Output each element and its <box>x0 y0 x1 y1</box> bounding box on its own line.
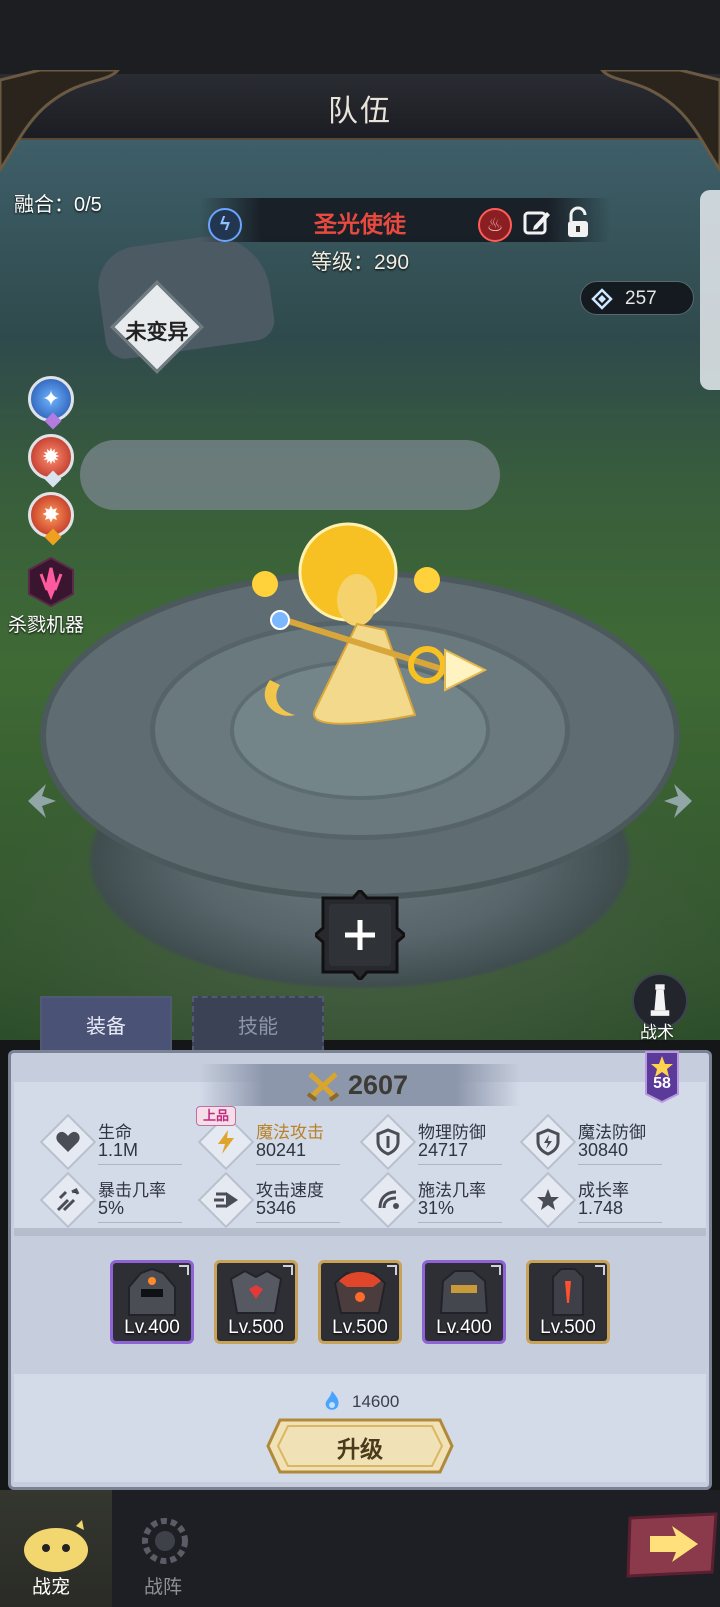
boots-icon <box>439 1270 489 1314</box>
tactics-label: 战术 <box>640 1023 674 1042</box>
skill-icon-flame[interactable]: ✹ <box>28 434 74 488</box>
quality-tag: 上品 <box>196 1106 236 1126</box>
nav-battle-pet-label: 战宠 <box>32 1577 71 1598</box>
equipment-slot-4[interactable]: Lv.400 <box>422 1260 506 1344</box>
upgrade-button-label: 升级 <box>337 1436 383 1462</box>
stat-hp: 生命 1.1M <box>39 1113 192 1171</box>
killing-machine-icon[interactable] <box>27 556 75 608</box>
stat-value: 80241 <box>256 1140 307 1160</box>
hero-character <box>252 522 488 725</box>
lightning-icon <box>218 1130 234 1154</box>
skill-icon-slash[interactable]: ✸ <box>28 492 74 546</box>
equipment-slot-3[interactable]: Lv.500 <box>318 1260 402 1344</box>
edit-icon[interactable] <box>522 208 552 238</box>
helmet-icon <box>128 1267 176 1316</box>
cast-icon <box>378 1190 399 1209</box>
tab-skills-label: 技能 <box>238 1015 278 1038</box>
tab-equipment[interactable]: 装备 <box>40 996 172 1052</box>
forward-arrow-button[interactable] <box>624 1510 720 1580</box>
rock <box>80 440 500 510</box>
hero-name: 圣光使徒 <box>314 211 406 237</box>
add-slot-button[interactable] <box>315 890 405 980</box>
equipment-slot-2[interactable]: Lv.500 <box>214 1260 298 1344</box>
stat-value: 1.1M <box>98 1140 139 1160</box>
stat-value: 1.748 <box>578 1198 624 1218</box>
tab-skills[interactable]: 技能 <box>192 996 324 1052</box>
stat-magic-defense: 魔法防御 30840 <box>519 1113 672 1171</box>
crit-icon <box>56 1187 80 1212</box>
equipment-slot-1[interactable]: Lv.400 <box>110 1260 194 1344</box>
gem-count: 257 <box>625 288 657 309</box>
lightning-icon[interactable]: ϟ <box>208 208 242 242</box>
horn-ornament-right <box>600 70 720 175</box>
upgrade-cost: 14600 <box>352 1392 400 1411</box>
nav-formation-label: 战阵 <box>144 1577 183 1598</box>
equipment-level: Lv.500 <box>540 1317 596 1338</box>
tab-equipment-label: 装备 <box>86 1015 126 1038</box>
equipment-level: Lv.500 <box>228 1317 284 1338</box>
stat-crit-rate: 暴击几率 5% <box>39 1171 192 1229</box>
armor-icon <box>229 1269 283 1314</box>
side-panel-handle[interactable] <box>700 190 720 390</box>
stat-value: 5% <box>98 1198 125 1218</box>
star-level: 58 <box>653 1075 671 1092</box>
mutation-status: 未变异 <box>125 321 189 344</box>
soul-flame-icon <box>325 1391 339 1410</box>
gem-counter: 257 <box>580 281 694 315</box>
stat-value: 30840 <box>578 1140 629 1160</box>
next-hero-arrow[interactable] <box>658 780 700 822</box>
unlock-icon[interactable] <box>563 206 593 240</box>
growth-icon <box>537 1189 559 1210</box>
formation-gear-icon[interactable] <box>138 1514 192 1568</box>
relic-icon <box>552 1268 584 1316</box>
pet-blob-icon <box>24 1520 88 1572</box>
hero-level: 等级：290 <box>310 251 410 274</box>
previous-hero-arrow[interactable] <box>20 780 62 822</box>
combat-power: 2607 <box>348 1070 409 1100</box>
crossed-swords-icon <box>306 1072 340 1102</box>
equipment-level: Lv.400 <box>124 1317 180 1338</box>
horn-ornament-left <box>0 70 120 173</box>
status-bar <box>0 0 720 74</box>
stat-cast-rate: 施法几率 31% <box>359 1171 512 1229</box>
equipment-level: Lv.400 <box>436 1317 492 1338</box>
divider <box>14 1228 706 1236</box>
equipment-slot-5[interactable]: Lv.500 <box>526 1260 610 1344</box>
stat-value: 31% <box>418 1198 455 1218</box>
stat-value: 5346 <box>256 1198 297 1218</box>
stat-attack-speed: 攻击速度 5346 <box>197 1171 350 1229</box>
stat-growth-rate: 成长率 1.748 <box>519 1171 672 1229</box>
gauntlet-icon <box>333 1271 387 1314</box>
magic-shield-icon <box>536 1128 560 1156</box>
killing-machine-label: 杀戮机器 <box>8 615 85 636</box>
speed-icon <box>214 1192 238 1208</box>
fire-element-icon[interactable]: ♨ <box>478 208 512 242</box>
stat-physical-defense: 物理防御 24717 <box>359 1113 512 1171</box>
shield-icon <box>376 1128 400 1156</box>
heart-icon <box>56 1131 80 1152</box>
gem-icon <box>591 288 613 310</box>
fusion-count: 融合：0/5 <box>14 194 102 216</box>
equipment-level: Lv.500 <box>332 1317 388 1338</box>
skill-icon-frost[interactable]: ✦ <box>28 376 74 430</box>
stat-value: 24717 <box>418 1140 469 1160</box>
